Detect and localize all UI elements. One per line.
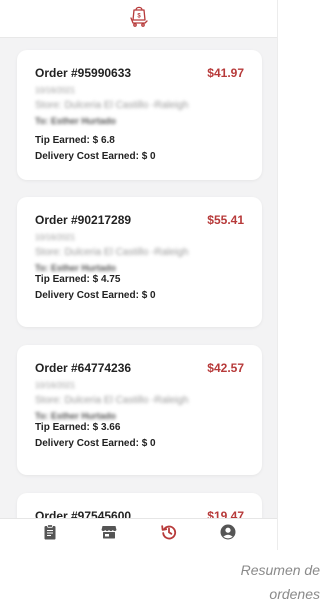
tip-earned: Tip Earned: $ 3.66 <box>35 422 121 433</box>
store-icon <box>101 524 117 545</box>
order-card[interactable]: Order #97545600 $19.47 <box>17 493 262 518</box>
tab-history[interactable] <box>158 524 180 546</box>
order-store: Store: Dulceria El Castillo -Raleigh <box>35 100 189 111</box>
order-number: Order #97545600 <box>35 509 132 518</box>
clipboard-icon <box>42 524 58 545</box>
app-header: $ <box>0 0 277 38</box>
delivery-cost-earned: Delivery Cost Earned: $ 0 <box>35 438 156 449</box>
order-date: 10/16/2021 <box>35 86 76 95</box>
order-recipient: To: Esther Hurtado <box>35 411 116 421</box>
order-recipient: To: Esther Hurtado <box>35 116 116 126</box>
order-recipient: To: Esther Hurtado <box>35 263 116 273</box>
order-amount: $41.97 <box>207 66 244 80</box>
tab-orders[interactable] <box>39 524 61 546</box>
order-card[interactable]: Order #64774236 $42.57 10/16/2021 Store:… <box>17 345 262 475</box>
bottom-tab-bar <box>0 518 277 550</box>
order-amount: $55.41 <box>207 213 244 227</box>
caption-line-2: ordenes <box>269 586 320 602</box>
history-icon <box>161 524 177 545</box>
tip-earned: Tip Earned: $ 4.75 <box>35 274 121 285</box>
order-number: Order #64774236 <box>35 361 132 375</box>
shopping-bag-cart-icon: $ <box>129 5 149 32</box>
orders-list[interactable]: Order #95990633 $41.97 10/16/2021 Store:… <box>0 38 277 518</box>
order-amount: $19.47 <box>207 509 244 518</box>
order-number: Order #95990633 <box>35 66 132 80</box>
order-date: 10/16/2021 <box>35 233 76 242</box>
order-number: Order #90217289 <box>35 213 132 227</box>
order-store: Store: Dulceria El Castillo -Raleigh <box>35 395 189 406</box>
svg-text:$: $ <box>137 14 141 20</box>
delivery-cost-earned: Delivery Cost Earned: $ 0 <box>35 290 156 301</box>
delivery-cost-earned: Delivery Cost Earned: $ 0 <box>35 151 156 162</box>
caption-line-1: Resumen de <box>240 562 320 578</box>
order-card[interactable]: Order #90217289 $55.41 10/16/2021 Store:… <box>17 197 262 327</box>
tab-store[interactable] <box>98 524 120 546</box>
order-card[interactable]: Order #95990633 $41.97 10/16/2021 Store:… <box>17 50 262 180</box>
tab-profile[interactable] <box>217 524 239 546</box>
tip-earned: Tip Earned: $ 6.8 <box>35 135 115 146</box>
order-date: 10/16/2021 <box>35 381 76 390</box>
order-amount: $42.57 <box>207 361 244 375</box>
user-icon <box>220 524 236 545</box>
app-screen: $ Order #95990633 $41.97 10/16/2021 Stor… <box>0 0 278 550</box>
order-store: Store: Dulceria El Castillo -Raleigh <box>35 247 189 258</box>
